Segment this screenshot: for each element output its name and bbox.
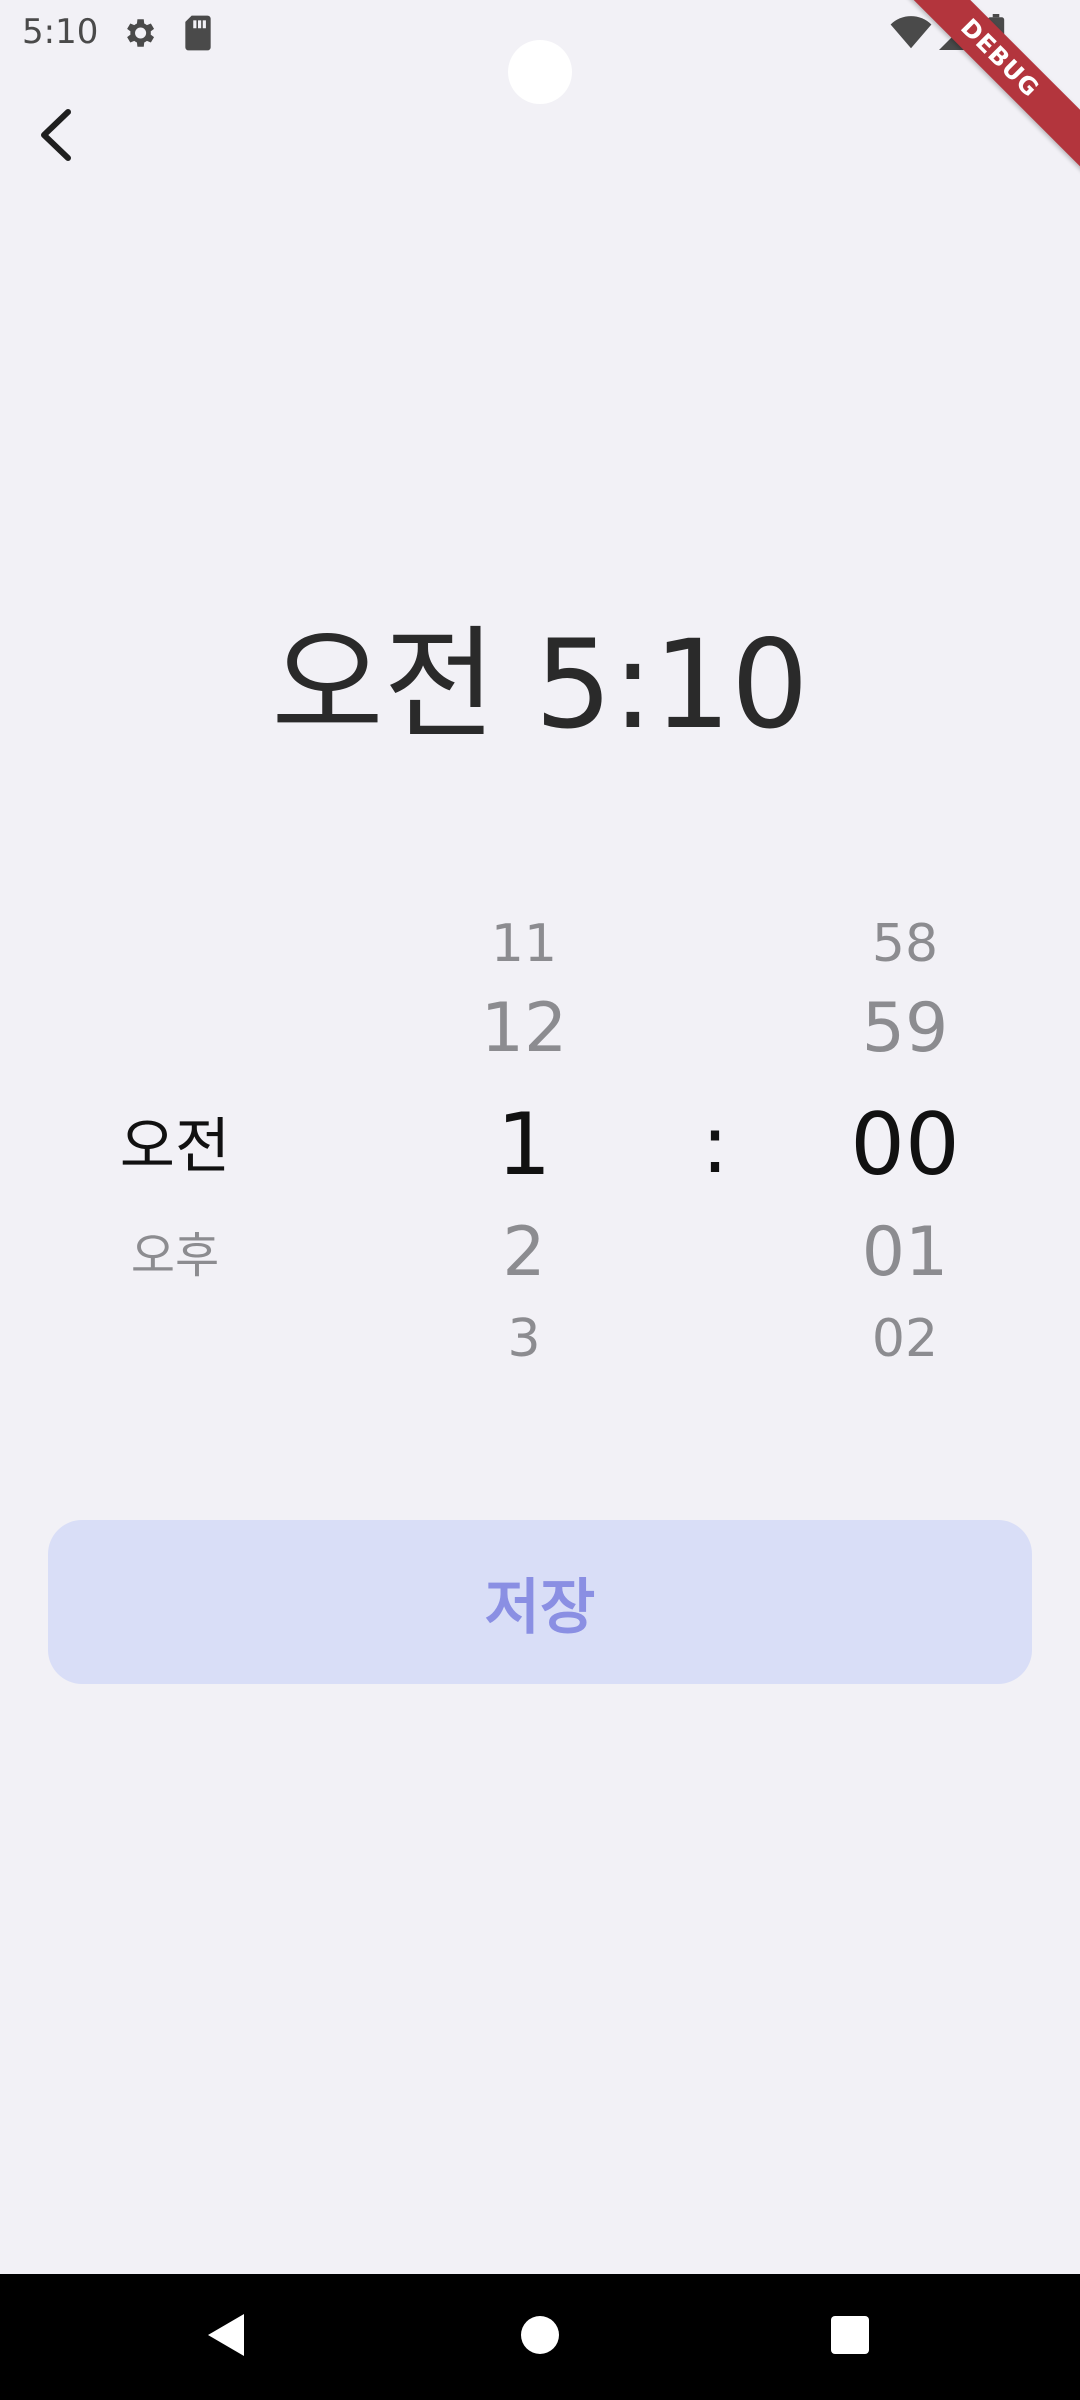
nav-back-button[interactable] [186,2274,266,2400]
home-circle-icon [519,2314,561,2360]
ampm-option[interactable]: 오후 [100,1227,250,1285]
back-button[interactable] [28,100,88,170]
save-button[interactable]: 저장 [48,1520,1032,1684]
system-nav-bar [0,2274,1080,2400]
save-button-label: 저장 [484,1572,596,1643]
time-separator: : [701,1098,729,1191]
minute-option[interactable]: 02 [830,1308,980,1370]
gear-icon [120,14,158,56]
hour-option[interactable]: 12 [444,989,604,1069]
minute-option[interactable]: 59 [830,989,980,1069]
recents-square-icon [830,2315,870,2359]
minute-option[interactable]: 01 [830,1213,980,1293]
nav-home-button[interactable] [500,2274,580,2400]
sd-card-icon [182,14,214,56]
hour-option[interactable]: 2 [444,1213,604,1293]
minute-option[interactable]: 58 [830,913,980,975]
selected-time-display: 오전 5:10 [271,614,809,756]
camera-cutout [508,40,572,104]
hour-option[interactable]: 11 [444,913,604,975]
minute-option-selected[interactable]: 00 [830,1095,980,1195]
wifi-icon [890,16,932,54]
status-time: 5:10 [22,12,99,52]
hour-option-selected[interactable]: 1 [444,1095,604,1195]
back-triangle-icon [204,2312,248,2362]
ampm-option-selected[interactable]: 오전 [100,1112,250,1182]
nav-recents-button[interactable] [810,2274,890,2400]
hour-option[interactable]: 3 [444,1308,604,1370]
chevron-left-icon [28,109,88,174]
